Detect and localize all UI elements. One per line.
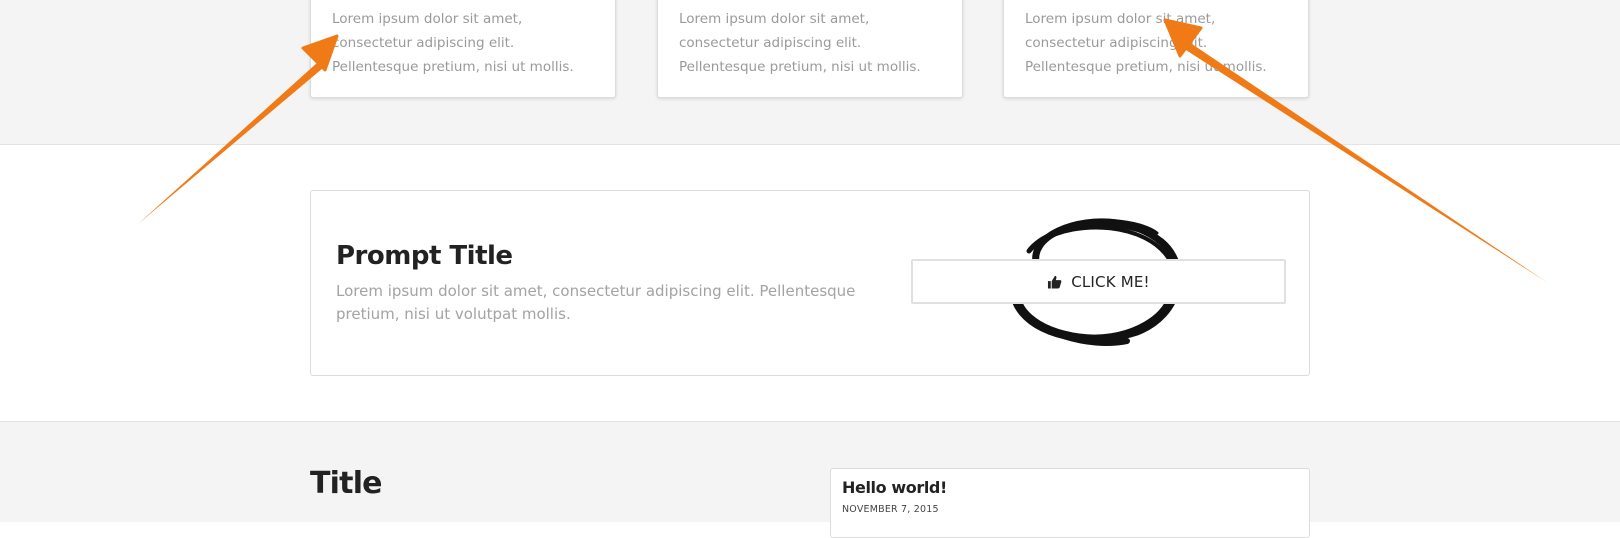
features-section: Lorem ipsum dolor sit amet, consectetur … [0, 0, 1620, 145]
feature-card-text: Lorem ipsum dolor sit amet, consectetur … [332, 11, 574, 75]
feature-card: Lorem ipsum dolor sit amet, consectetur … [657, 0, 963, 98]
blog-post-card[interactable]: Hello world! NOVEMBER 7, 2015 [830, 468, 1310, 538]
feature-card-text: Lorem ipsum dolor sit amet, consectetur … [1025, 11, 1267, 75]
click-me-button-label: CLICK ME! [1071, 272, 1150, 291]
blog-post-title[interactable]: Hello world! [842, 478, 947, 497]
prompt-text: Lorem ipsum dolor sit amet, consectetur … [336, 282, 856, 323]
blog-section [0, 421, 1620, 522]
click-me-button[interactable]: CLICK ME! [911, 259, 1286, 304]
feature-card: Lorem ipsum dolor sit amet, consectetur … [1003, 0, 1309, 98]
thumbs-up-icon [1048, 275, 1062, 289]
prompt-box: Prompt Title Lorem ipsum dolor sit amet,… [310, 190, 1310, 376]
section-title: Title [310, 466, 383, 501]
blog-post-date: NOVEMBER 7, 2015 [842, 504, 939, 515]
prompt-title: Prompt Title [336, 241, 513, 271]
feature-card: Lorem ipsum dolor sit amet, consectetur … [310, 0, 616, 98]
feature-card-text: Lorem ipsum dolor sit amet, consectetur … [679, 11, 921, 75]
